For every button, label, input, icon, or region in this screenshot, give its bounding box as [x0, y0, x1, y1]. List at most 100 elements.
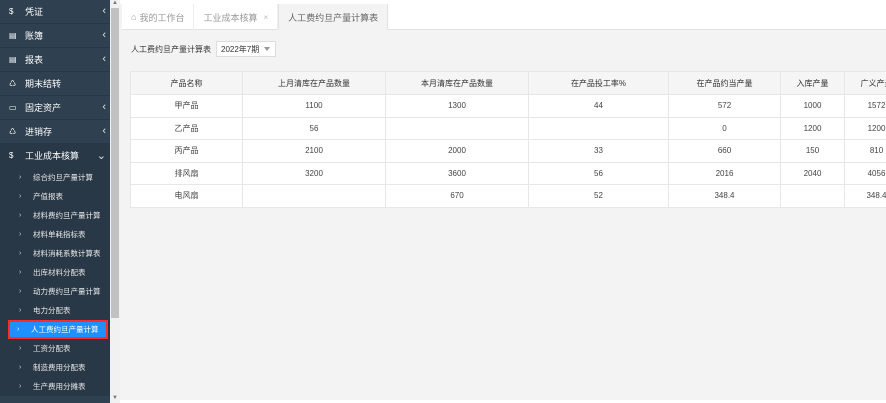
chevron-right-icon: › [17, 326, 20, 333]
column-header: 在产品约当产量 [668, 71, 781, 95]
sidebar-item-reports[interactable]: ▤ 报表 ‹ [0, 48, 110, 72]
tab-workbench[interactable]: ⌂ 我的工作台 [122, 4, 195, 30]
submenu-item[interactable]: › 工资分配表 [0, 339, 110, 358]
recycle-icon: ♺ [9, 79, 17, 88]
chevron-right-icon: › [19, 269, 22, 276]
table-cell: 660 [668, 139, 781, 163]
column-header: 产品名称 [130, 71, 243, 95]
table-cell: 150 [780, 139, 845, 163]
sidebar-item-industrial-costing[interactable]: $ 工业成本核算 ⌄ [0, 144, 110, 168]
sidebar-item-label: 固定资产 [25, 103, 62, 113]
submenu-item[interactable]: › 综合约旦产量计算 [0, 168, 110, 187]
table-cell: 1200 [844, 116, 886, 140]
table-cell: 572 [668, 94, 781, 118]
chevron-right-icon: › [19, 231, 22, 238]
tab-labor-cost-calc[interactable]: 人工费约旦产量计算表 [278, 4, 389, 30]
table-cell: 810 [844, 139, 886, 163]
recycle-icon: ♺ [9, 127, 17, 136]
table-row[interactable]: 丙产品 2100 2000 33 660 150 810 [130, 139, 886, 163]
chevron-right-icon: › [19, 193, 22, 200]
sidebar-item-inventory[interactable]: ♺ 进销存 ‹ [0, 120, 110, 144]
sidebar-item-ledger[interactable]: ▤ 账簿 ‹ [0, 24, 110, 48]
sidebar-item-label: 工业成本核算 [25, 151, 80, 161]
submenu-item[interactable]: › 动力费约旦产量计算 [0, 282, 110, 301]
table-cell: 2016 [668, 161, 781, 185]
table-cell: 1100 [242, 94, 386, 118]
table-cell: 2100 [242, 139, 386, 163]
chevron-left-icon: ‹ [102, 101, 106, 113]
dollar-icon: $ [9, 151, 14, 160]
submenu-item[interactable]: › 制造费用分配表 [0, 358, 110, 377]
submenu-item[interactable]: › 材料费约旦产量计算 [0, 206, 110, 225]
table-cell: 33 [528, 139, 669, 163]
sidebar-item-label: 账簿 [25, 31, 44, 41]
sidebar-item-label: 凭证 [25, 7, 44, 17]
sidebar-submenu: › 综合约旦产量计算 › 产值报表 › 材料费约旦产量计算 › 材料单耗指标表 › 材料消… [0, 168, 110, 396]
table-cell: 1572 [844, 94, 886, 118]
scrollbar-thumb[interactable] [111, 8, 119, 318]
table-cell: 2000 [385, 139, 529, 163]
sidebar-item-fixed-assets[interactable]: ▭ 固定资产 ‹ [0, 96, 110, 120]
table-row[interactable]: 甲产品 1100 1300 44 572 1000 1572 [130, 94, 886, 118]
table-cell: 丙产品 [130, 139, 243, 163]
sidebar-item-period-end[interactable]: ♺ 期末结转 [0, 72, 110, 96]
column-header: 本月清库在产品数量 [385, 71, 529, 95]
sidebar-item-voucher[interactable]: $ 凭证 ‹ [0, 0, 110, 24]
dollar-icon: $ [9, 7, 14, 16]
submenu-item-active[interactable]: › 人工费约旦产量计算 [8, 320, 108, 339]
scroll-down-icon[interactable]: ▼ [112, 395, 118, 401]
tab-industrial-costing[interactable]: 工业成本核算 × [194, 4, 279, 30]
close-icon[interactable]: × [263, 13, 268, 22]
submenu-item[interactable]: › 电力分配表 [0, 301, 110, 320]
chevron-down-icon: ⌄ [96, 150, 106, 162]
table-cell: 3600 [385, 161, 529, 185]
sidebar-scrollbar[interactable]: ▲ ▼ [110, 0, 120, 403]
table-header-row: 产品名称 上月清库在产品数量 本月清库在产品数量 在产品投工率% 在产品约当产量… [130, 71, 886, 95]
table-cell: 1200 [780, 116, 845, 140]
chevron-right-icon: › [19, 212, 22, 219]
submenu-item[interactable]: › 产值报表 [0, 187, 110, 206]
table-cell: 56 [528, 161, 669, 185]
report-title-label: 人工费约旦产量计算表 [131, 44, 211, 54]
app-window: $ 凭证 ‹ ▤ 账簿 ‹ ▤ 报表 ‹ ♺ 期末结转 ▭ 固定资产 ‹ ♺ 进… [0, 0, 886, 403]
chevron-left-icon: ‹ [102, 5, 106, 17]
sidebar: $ 凭证 ‹ ▤ 账簿 ‹ ▤ 报表 ‹ ♺ 期末结转 ▭ 固定资产 ‹ ♺ 进… [0, 0, 110, 403]
table-row[interactable]: 排风扇 3200 3600 56 2016 2040 4056 [130, 161, 886, 185]
period-select[interactable]: 2022年7期 [216, 41, 276, 57]
table-cell: 1300 [385, 94, 529, 118]
sidebar-item-label: 期末结转 [25, 79, 62, 89]
table-cell: 1000 [780, 94, 845, 118]
chevron-right-icon: › [19, 307, 22, 314]
chevron-left-icon: ‹ [102, 125, 106, 137]
column-header: 广义产量 [844, 71, 886, 95]
table-cell: 670 [385, 184, 529, 208]
table-cell: 乙产品 [130, 116, 243, 140]
table-cell: 4056 [844, 161, 886, 185]
scroll-up-icon[interactable]: ▲ [112, 0, 118, 6]
chevron-right-icon: › [19, 345, 22, 352]
table-cell: 排风扇 [130, 161, 243, 185]
table-cell [780, 184, 845, 208]
sidebar-item-label: 报表 [25, 55, 44, 65]
table-cell: 电风扇 [130, 184, 243, 208]
table-cell: 0 [668, 116, 781, 140]
submenu-item[interactable]: › 材料消耗系数计算表 [0, 244, 110, 263]
table-row[interactable]: 乙产品 56 0 1200 1200 [130, 116, 886, 140]
report-icon: ▤ [9, 55, 17, 64]
chevron-right-icon: › [19, 174, 22, 181]
table-cell [242, 184, 386, 208]
table-cell: 52 [528, 184, 669, 208]
chevron-left-icon: ‹ [102, 53, 106, 65]
submenu-item[interactable]: › 材料单耗指标表 [0, 225, 110, 244]
table-row[interactable]: 电风扇 670 52 348.4 348.4 [130, 184, 886, 208]
report-toolbar: 人工费约旦产量计算表 2022年7期 [131, 41, 276, 57]
table-cell [528, 116, 669, 140]
chevron-right-icon: › [19, 250, 22, 257]
submenu-item[interactable]: › 生产费用分摊表 [0, 377, 110, 396]
submenu-item[interactable]: › 出库材料分配表 [0, 263, 110, 282]
chevron-right-icon: › [19, 288, 22, 295]
table-cell [385, 116, 529, 140]
table-cell: 348.4 [668, 184, 781, 208]
book-icon: ▤ [9, 31, 17, 40]
table-cell: 3200 [242, 161, 386, 185]
